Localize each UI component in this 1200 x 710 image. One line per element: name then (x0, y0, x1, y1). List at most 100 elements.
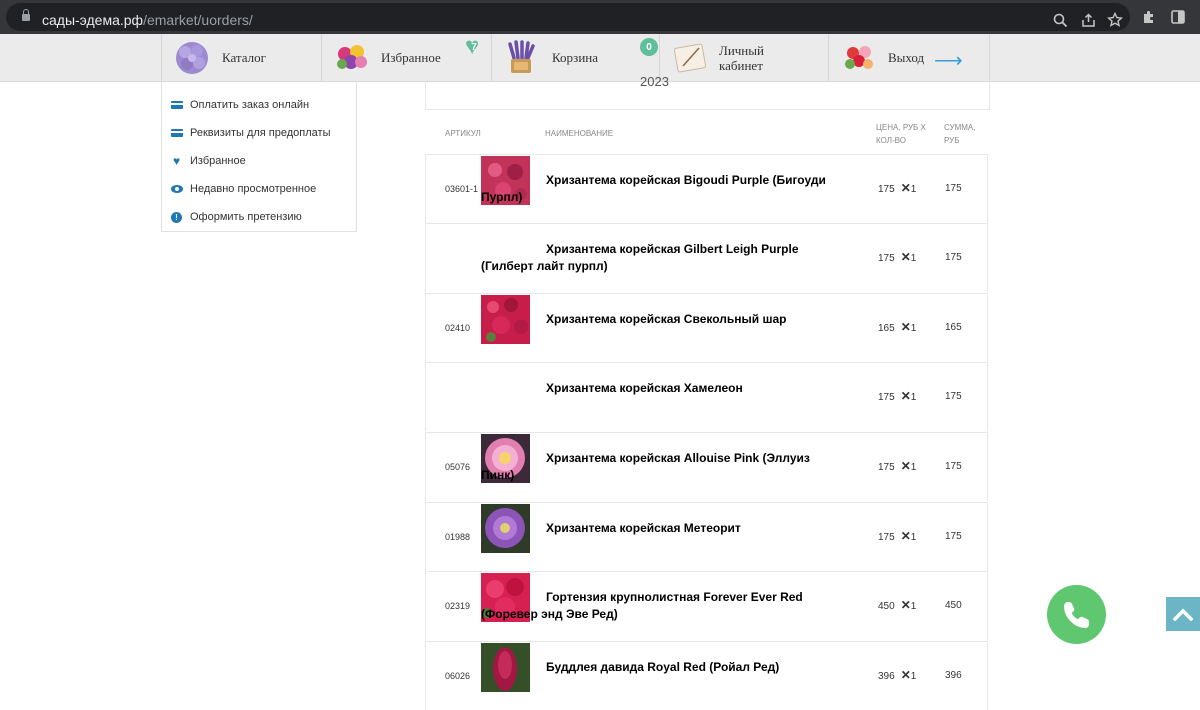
sidebar-item-label: Избранное (190, 155, 246, 167)
row-price-qty: 175 ✕1 (878, 250, 916, 264)
column-header-sku: АРТИКУЛ (445, 129, 481, 138)
sidebar-item-prepayment-details[interactable]: Реквизиты для предоплаты (170, 123, 331, 143)
row-product-name[interactable]: Хризантема корейская Метеорит (481, 520, 832, 537)
row-qty: 1 (910, 184, 917, 195)
row-product-name[interactable]: Хризантема корейская Хамелеон (481, 380, 832, 397)
row-sum: 396 (945, 670, 962, 681)
row-price-qty: 450 ✕1 (878, 598, 916, 612)
row-product-name[interactable]: Хризантема корейская Gilbert Leigh Purpl… (481, 241, 832, 275)
row-product-name[interactable]: Хризантема корейская Allouise Pink (Эллу… (481, 450, 832, 484)
nav-favorites[interactable]: Избранное 7 (321, 33, 492, 81)
bookmark-star-icon[interactable] (1106, 11, 1124, 29)
side-panel-icon[interactable] (1169, 8, 1187, 26)
row-sku: 06026 (445, 671, 471, 681)
favorites-count: 7 (471, 41, 477, 53)
table-row: 06026 Буддлея давида Royal Red (Ройал Ре… (425, 641, 988, 710)
sidebar-item-favorites[interactable]: ♥ Избранное (170, 151, 246, 171)
row-price: 175 (878, 184, 895, 195)
row-qty: 1 (910, 601, 917, 612)
order-header-card: 2023 (425, 74, 990, 110)
row-product-name[interactable]: Хризантема корейская Свекольный шар (481, 311, 832, 328)
row-price-qty: 175 ✕1 (878, 181, 916, 195)
nav-favorites-label: Избранное (381, 50, 441, 65)
phone-icon (1063, 601, 1089, 628)
order-items-table: 03601-1 Хризантема корейская Bigoudi Pur… (425, 154, 988, 710)
nav-catalog-label: Каталог (222, 50, 266, 65)
nav-cart-label: Корзина (552, 50, 599, 65)
hydrangea-icon (176, 42, 208, 74)
zoom-icon[interactable] (1051, 11, 1069, 29)
url-host: сады-эдема.рф (42, 12, 144, 28)
row-qty: 1 (910, 671, 917, 682)
row-sku: 01988 (445, 532, 471, 542)
chevron-up-icon (1173, 608, 1193, 621)
row-product-name[interactable]: Буддлея давида Royal Red (Ройал Ред) (481, 659, 832, 676)
nav-logout[interactable]: Выход ⟶ (828, 34, 990, 81)
nav-account-label: Личный кабинет (719, 34, 764, 81)
scroll-to-top-button[interactable] (1166, 597, 1200, 631)
row-price: 175 (878, 253, 895, 264)
row-sum: 175 (945, 391, 962, 402)
nav-account[interactable]: Личный кабинет (659, 34, 829, 81)
row-price: 165 (878, 323, 895, 334)
info-icon: ! (170, 211, 183, 224)
row-sku: 02410 (445, 323, 471, 333)
share-icon[interactable] (1079, 11, 1097, 29)
eye-icon (170, 183, 183, 196)
sidebar-item-label: Оплатить заказ онлайн (190, 99, 310, 111)
multiply-icon: ✕ (900, 250, 911, 264)
sidebar-item-label: Недавно просмотренное (190, 183, 317, 195)
cart-count: 0 (646, 41, 652, 53)
browser-toolbar: сады-эдема.рф/emarket/uorders/ (0, 0, 1200, 34)
flowers-icon (845, 46, 873, 69)
extensions-icon[interactable] (1140, 8, 1158, 26)
lock-icon[interactable] (22, 9, 30, 21)
row-price-qty: 175 ✕1 (878, 529, 916, 543)
top-navigation: Каталог Избранное 7 Корзина 0 Личный каб… (0, 33, 1200, 82)
row-product-name[interactable]: Хризантема корейская Bigoudi Purple (Биг… (481, 172, 832, 206)
sidebar-item-pay-online[interactable]: Оплатить заказ онлайн (170, 95, 309, 115)
row-sum: 175 (945, 531, 962, 542)
url-text[interactable]: сады-эдема.рф/emarket/uorders/ (42, 12, 253, 28)
row-sum: 450 (945, 600, 962, 611)
row-sku: 05076 (445, 462, 471, 472)
nav-logout-label: Выход (888, 50, 925, 65)
multiply-icon: ✕ (900, 598, 911, 612)
multiply-icon: ✕ (900, 668, 911, 682)
row-product-name[interactable]: Гортензия крупнолистная Forever Ever Red… (481, 589, 832, 623)
row-sku: 02319 (445, 601, 471, 611)
table-row: 01988 Хризантема корейская Метеорит 175 ✕… (425, 502, 988, 571)
table-row: Хризантема корейская Gilbert Leigh Purpl… (425, 223, 988, 292)
nav-cart[interactable]: Корзина 0 (491, 34, 660, 81)
favorites-count-badge: 7 (465, 33, 483, 61)
row-sum: 175 (945, 183, 962, 194)
row-price-qty: 175 ✕1 (878, 389, 916, 403)
address-bar[interactable]: сады-эдема.рф/emarket/uorders/ (6, 3, 1130, 31)
multiply-icon: ✕ (900, 459, 911, 473)
row-sum: 165 (945, 322, 962, 333)
table-row: 02410 Хризантема корейская Свекольный ша… (425, 293, 988, 362)
multiply-icon: ✕ (900, 320, 911, 334)
table-row: Хризантема корейская Хамелеон 175 ✕1 175 (425, 362, 988, 431)
row-price: 175 (878, 532, 895, 543)
table-row: 05076 Хризантема корейская Allouise Pink… (425, 432, 988, 501)
nav-catalog[interactable]: Каталог (161, 34, 322, 81)
order-year: 2023 (640, 74, 669, 89)
column-header-price: ЦЕНА, РУБ Х КОЛ-ВО (876, 121, 926, 147)
row-price: 396 (878, 671, 895, 682)
call-button[interactable] (1047, 585, 1106, 644)
multiply-icon: ✕ (900, 389, 911, 403)
row-price: 450 (878, 601, 895, 612)
row-sum: 175 (945, 461, 962, 472)
basket-icon (508, 40, 535, 73)
row-qty: 1 (910, 253, 917, 264)
row-price: 175 (878, 462, 895, 473)
nav-account-label-line2: кабинет (719, 57, 763, 73)
row-qty: 1 (910, 532, 917, 543)
row-price: 175 (878, 392, 895, 403)
account-sidebar: Оплатить заказ онлайн Реквизиты для пред… (161, 81, 357, 232)
sidebar-item-claim[interactable]: ! Оформить претензию (170, 207, 302, 227)
sidebar-item-label: Оформить претензию (190, 211, 302, 223)
sidebar-item-recently-viewed[interactable]: Недавно просмотренное (170, 179, 316, 199)
notebook-icon (673, 43, 707, 73)
